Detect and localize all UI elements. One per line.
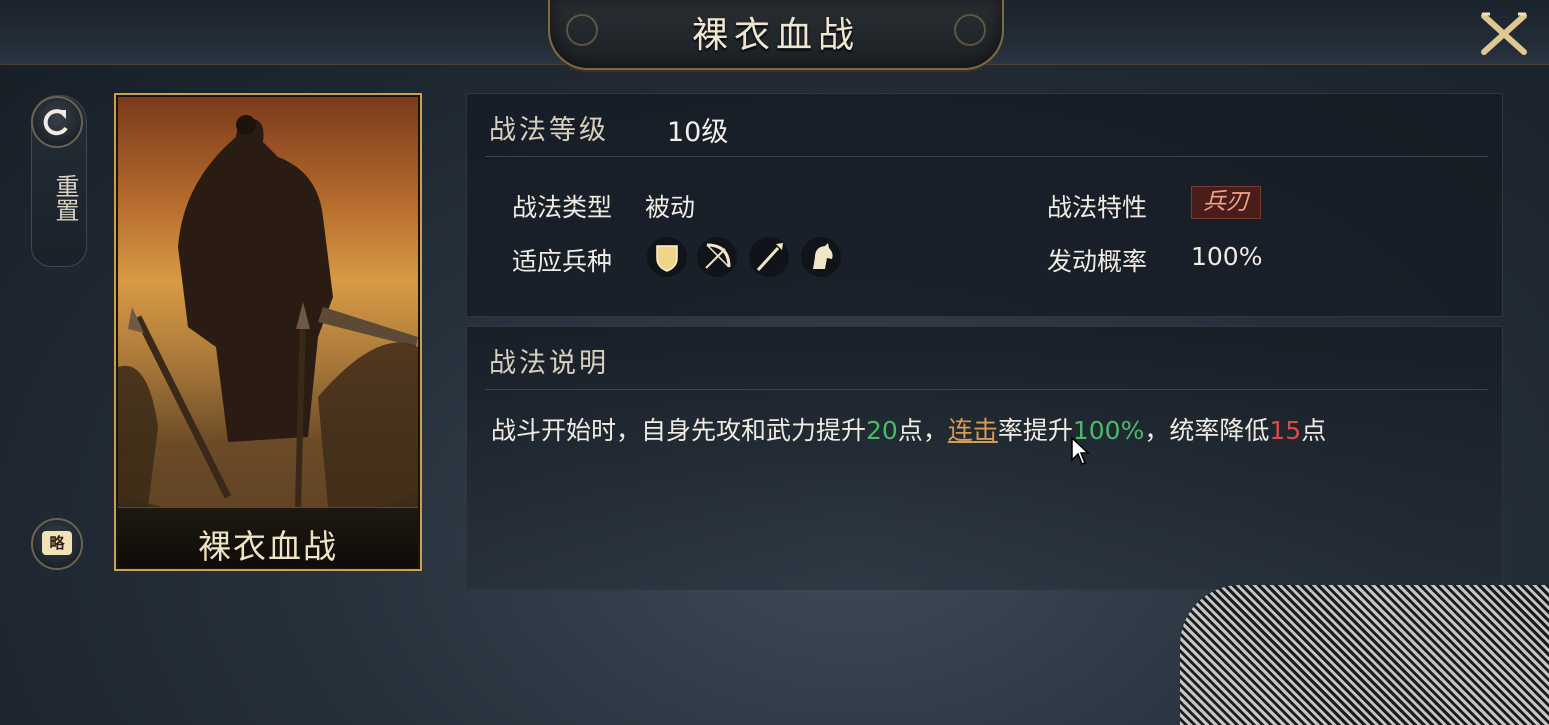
reset-button[interactable]	[31, 96, 83, 148]
skill-card: 裸衣血战	[108, 93, 428, 571]
shield-icon	[647, 237, 687, 277]
desc-part: 战斗开始时，自身先攻和武力提升	[491, 416, 867, 445]
trait-label: 战法特性	[1047, 193, 1148, 222]
combo-link[interactable]: 连击	[948, 416, 998, 445]
trait-badge: 兵刃	[1191, 186, 1261, 219]
brief-icon: 略	[42, 531, 72, 555]
mouse-cursor-icon	[1070, 436, 1090, 470]
desc-part: 率提升	[997, 416, 1073, 445]
description-header: 战法说明	[489, 348, 609, 379]
skill-info-panel: 战法等级 10级 战法类型 被动 战法特性 兵刃 适应兵种 发动概率 100%	[466, 93, 1503, 317]
divider	[485, 389, 1488, 390]
reset-label[interactable]: 重置	[36, 163, 80, 233]
close-icon	[1481, 12, 1527, 55]
skill-card-name: 裸衣血战	[198, 527, 338, 566]
description-text: 战斗开始时，自身先攻和武力提升20点，连击率提升100%，统率降低15点	[491, 411, 1326, 447]
desc-part: 点	[1301, 416, 1327, 445]
page-title: 裸衣血战	[691, 15, 860, 56]
obscured-region	[1180, 585, 1549, 725]
title-plate: 裸衣血战	[548, 0, 1004, 70]
type-label: 战法类型	[512, 193, 613, 222]
divider	[485, 156, 1488, 157]
brief-button[interactable]: 略	[31, 518, 83, 570]
spear-icon	[749, 237, 789, 277]
reset-icon	[43, 109, 68, 136]
skill-card-name-band: 裸衣血战	[118, 507, 418, 568]
skill-card-art	[108, 97, 428, 517]
skill-description-panel: 战法说明 战斗开始时，自身先攻和武力提升20点，连击率提升100%，统率降低15…	[466, 326, 1503, 590]
desc-number: 20	[866, 416, 898, 445]
close-button[interactable]	[1478, 10, 1530, 58]
level-value: 10级	[667, 117, 729, 148]
level-label: 战法等级	[489, 115, 609, 146]
bow-icon	[697, 237, 737, 277]
rate-value: 100%	[1191, 242, 1263, 271]
desc-part: 点，	[897, 416, 948, 445]
rate-label: 发动概率	[1047, 247, 1148, 276]
type-value: 被动	[645, 193, 696, 222]
units-label: 适应兵种	[512, 247, 613, 276]
desc-number: 15	[1269, 416, 1302, 445]
horse-icon	[801, 237, 841, 277]
desc-part: ，统率降低	[1144, 416, 1270, 445]
